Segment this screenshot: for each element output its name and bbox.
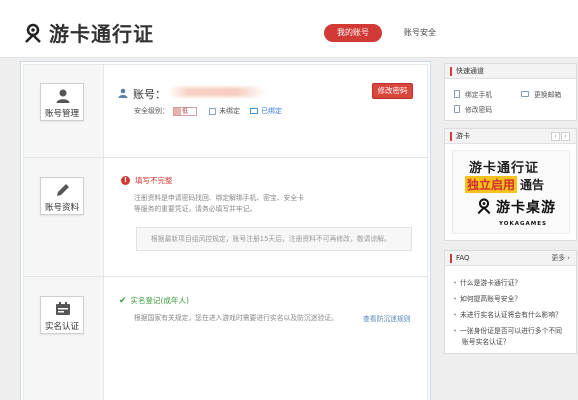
youka-banner[interactable]: 游卡通行证 独立启用 通告 游卡桌游 YOKAGAMES bbox=[452, 150, 570, 234]
account-label: 账号： bbox=[133, 88, 166, 101]
bullet-icon: • bbox=[453, 279, 458, 287]
security-level-fill bbox=[174, 107, 182, 115]
section-divider bbox=[24, 157, 431, 158]
check-icon: ✔ bbox=[119, 295, 127, 306]
banner-highlight: 独立启用 bbox=[465, 176, 518, 193]
youka-panel: 游卡 ‹ › 游卡通行证 独立启用 通告 游卡桌游 YOKAGAMES bbox=[444, 128, 577, 241]
phone-status[interactable]: 未绑定 bbox=[219, 106, 240, 116]
sidebar-item-label: 账号资料 bbox=[44, 203, 79, 213]
email-status[interactable]: 已绑定 bbox=[261, 106, 282, 116]
realname-desc: 根据国家有关规定，您在进入游戏时需要进行实名以及防沉迷验证。 bbox=[134, 314, 338, 322]
sidebar-item-account-profile[interactable]: 账号资料 bbox=[40, 177, 84, 215]
quick-link-label: 修改密码 bbox=[465, 106, 493, 114]
security-level-meter: 低 bbox=[173, 106, 197, 116]
brand-emblem-icon bbox=[475, 197, 493, 217]
carousel-next-button[interactable]: › bbox=[561, 132, 570, 141]
banner-subtitle: 独立启用 通告 bbox=[465, 176, 544, 193]
sidebar-item-account-management[interactable]: 账号管理 bbox=[40, 83, 84, 121]
nav-account-security[interactable]: 账号安全 bbox=[404, 27, 436, 38]
banner-brand-en: YOKAGAMES bbox=[499, 221, 547, 227]
pencil-icon bbox=[55, 182, 71, 198]
carousel-arrows: ‹ › bbox=[550, 132, 570, 141]
account-user-icon bbox=[118, 88, 128, 100]
warning-icon: ! bbox=[121, 176, 130, 185]
profile-warning-title: 填写不完整 bbox=[135, 176, 173, 185]
security-level-value: 低 bbox=[182, 107, 189, 115]
header-accent-bar bbox=[450, 254, 452, 263]
lock-icon bbox=[454, 105, 460, 113]
bullet-icon: • bbox=[453, 295, 458, 303]
header-accent-bar bbox=[450, 132, 452, 141]
phone-icon bbox=[209, 107, 216, 115]
quick-link-label: 绑定手机 bbox=[465, 91, 493, 99]
quick-links-panel: 快速通道 绑定手机 更换邮箱 修改密码 bbox=[444, 63, 577, 121]
anti-addiction-rule-link[interactable]: 查看防沉迷规则 bbox=[363, 313, 411, 323]
youka-title: 游卡 bbox=[456, 132, 470, 140]
profile-desc-line1: 注册资料是申请密码找回、绑定解绑手机、密宝、安全卡 bbox=[134, 194, 304, 202]
profile-warning: ! 填写不完整 bbox=[121, 175, 173, 186]
account-name-redacted bbox=[168, 87, 266, 97]
section-divider bbox=[24, 276, 431, 277]
top-bar: 游卡通行证 我的账号 账号安全 bbox=[0, 0, 578, 58]
faq-more-link[interactable]: 更多 › bbox=[552, 251, 570, 266]
logo-emblem-icon bbox=[22, 22, 44, 44]
banner-notice: 通告 bbox=[520, 178, 545, 192]
faq-item[interactable]: • 什么是游卡通行证？ bbox=[453, 278, 521, 289]
youka-header: 游卡 ‹ › bbox=[445, 129, 576, 144]
profile-desc-line2: 等服务的重要凭证，请务必填写并牢记。 bbox=[134, 205, 257, 213]
header-accent-bar bbox=[450, 67, 452, 76]
sidebar-item-label: 账号管理 bbox=[44, 109, 79, 119]
nav-my-account[interactable]: 我的账号 bbox=[324, 24, 382, 42]
carousel-prev-button[interactable]: ‹ bbox=[551, 132, 560, 141]
phone-icon bbox=[454, 90, 460, 98]
banner-title: 游卡通行证 bbox=[469, 161, 540, 176]
quick-links-header: 快速通道 bbox=[445, 64, 576, 79]
security-row: 安全级别： 低 未绑定 已绑定 bbox=[134, 106, 282, 116]
quick-link-bind-phone[interactable]: 绑定手机 bbox=[454, 89, 492, 99]
faq-item-continuation[interactable]: 账号实名认证？ bbox=[462, 337, 510, 348]
faq-item-text: 未进行实名认证将会有什么影响？ bbox=[460, 311, 562, 319]
faq-item-text: 什么是游卡通行证？ bbox=[460, 279, 522, 287]
quick-link-change-password[interactable]: 修改密码 bbox=[454, 104, 492, 114]
quick-links-title: 快速通道 bbox=[456, 67, 484, 75]
faq-item[interactable]: • 一张身份证是否可以进行多个不同 bbox=[453, 326, 562, 337]
faq-item-text: 一张身份证是否可以进行多个不同 bbox=[460, 327, 562, 335]
id-card-icon bbox=[55, 301, 71, 317]
banner-brand: 游卡桌游 bbox=[475, 197, 556, 217]
faq-title: FAQ bbox=[456, 254, 470, 262]
site-logo[interactable]: 游卡通行证 bbox=[22, 18, 154, 47]
mail-icon bbox=[250, 108, 258, 114]
faq-item-text: 如何提高账号安全？ bbox=[460, 295, 522, 303]
user-icon bbox=[55, 88, 71, 104]
banner-brand-text: 游卡桌游 bbox=[496, 200, 556, 216]
faq-item[interactable]: • 未进行实名认证将会有什么影响？ bbox=[453, 310, 562, 321]
change-password-button[interactable]: 修改密码 bbox=[372, 83, 413, 99]
quick-link-label: 更换邮箱 bbox=[534, 91, 562, 99]
sidebar-item-label: 实名认证 bbox=[44, 322, 79, 332]
quick-link-change-email[interactable]: 更换邮箱 bbox=[521, 89, 561, 99]
logo-text: 游卡通行证 bbox=[49, 22, 154, 46]
bullet-icon: • bbox=[453, 311, 458, 319]
realname-status: ✔ 实名登记(成年人) bbox=[119, 295, 189, 306]
bullet-icon: • bbox=[453, 327, 458, 335]
realname-status-title: 实名登记(成年人) bbox=[130, 296, 189, 305]
faq-header: FAQ 更多 › bbox=[445, 251, 576, 266]
account-row: 账号： bbox=[118, 86, 166, 102]
mail-icon bbox=[521, 91, 529, 97]
faq-panel: FAQ 更多 › • 什么是游卡通行证？ • 如何提高账号安全？ • 未进行实名认证将… bbox=[444, 250, 577, 354]
profile-notice: 根据最新项目组风控规定，账号注册15天后，注册资料不可再修改，敬请谅解。 bbox=[136, 227, 412, 251]
sidebar-item-realname[interactable]: 实名认证 bbox=[40, 296, 84, 334]
security-level-label: 安全级别： bbox=[134, 107, 169, 115]
faq-item[interactable]: • 如何提高账号安全？ bbox=[453, 294, 521, 305]
